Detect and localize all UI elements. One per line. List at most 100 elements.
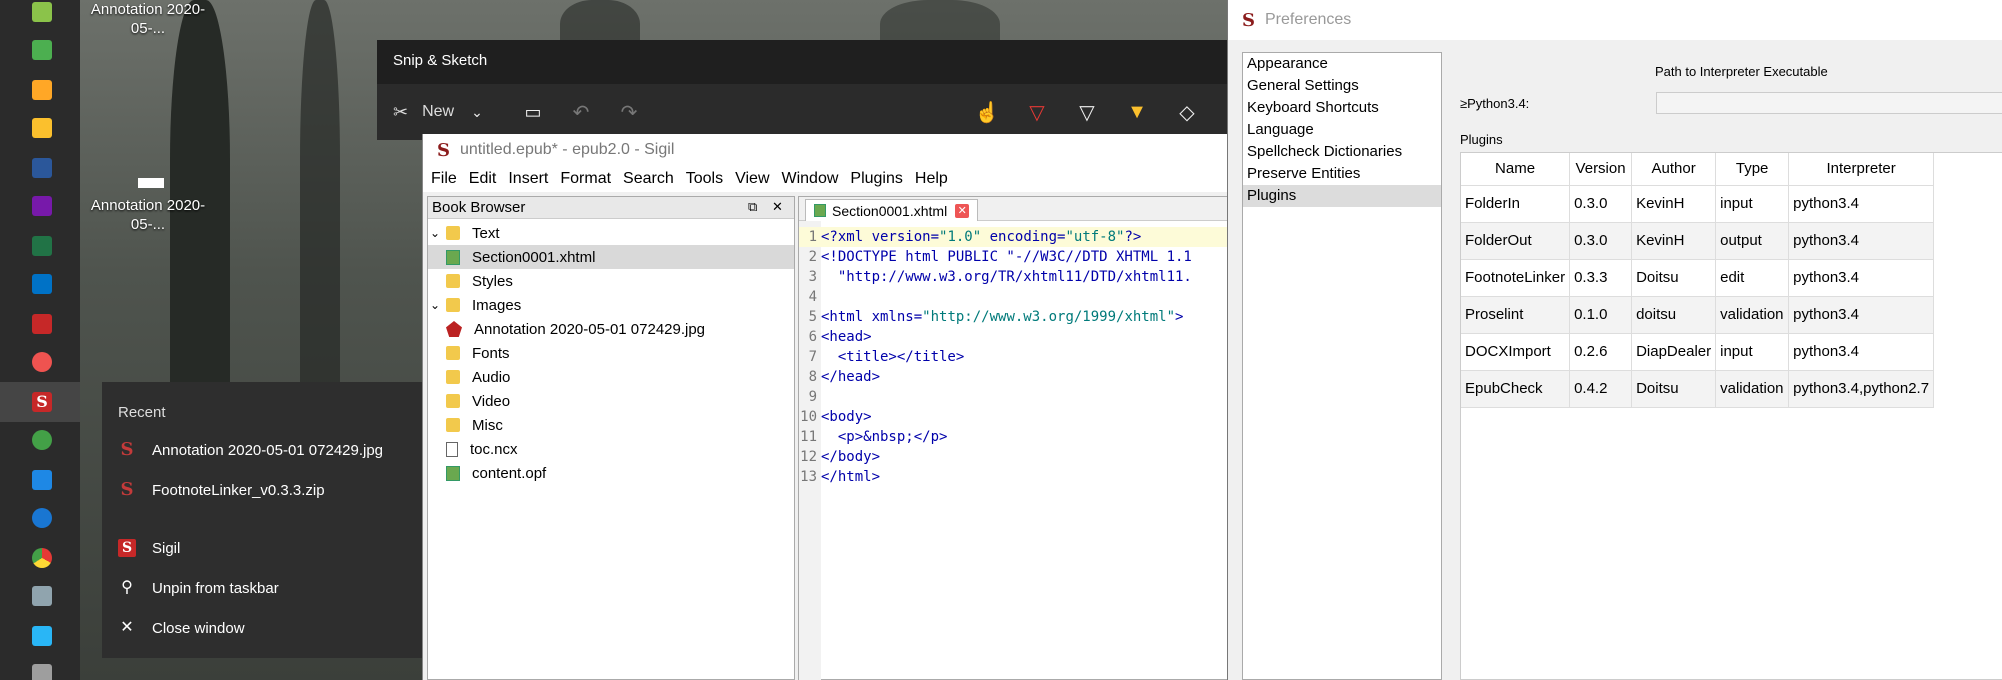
tree-file-section0001[interactable]: Section0001.xhtml — [428, 245, 794, 269]
tree-file-toc[interactable]: toc.ncx — [428, 437, 794, 461]
menu-file[interactable]: File — [431, 170, 457, 188]
float-panel-icon[interactable]: ⧉ — [748, 199, 757, 215]
code-line[interactable]: 8 </head> — [799, 367, 1229, 387]
tree-folder-fonts[interactable]: Fonts — [428, 341, 794, 365]
menu-search[interactable]: Search — [623, 170, 674, 188]
sigil-icon[interactable]: S — [32, 392, 52, 412]
library-icon[interactable] — [32, 80, 52, 100]
column-header-author[interactable]: Author — [1631, 153, 1717, 186]
code-line[interactable]: 12 </body> — [799, 447, 1229, 467]
table-row[interactable]: Proselint 0.1.0 doitsu validation python3.4 — [1461, 296, 1935, 334]
category-spellcheck-dictionaries[interactable]: Spellcheck Dictionaries — [1243, 141, 1441, 163]
open-folder-icon[interactable]: ▭ — [517, 96, 549, 128]
chevron-down-icon[interactable]: ⌄ — [428, 298, 442, 312]
tree-folder-images[interactable]: ⌄ Images — [428, 293, 794, 317]
photos-icon[interactable] — [32, 40, 52, 60]
column-header-type[interactable]: Type — [1715, 153, 1790, 186]
code-line[interactable]: 13 </html> — [799, 467, 1229, 487]
table-cell: edit — [1715, 259, 1790, 297]
chevron-down-icon[interactable]: ⌄ — [428, 226, 442, 240]
tree-file-content-opf[interactable]: content.opf — [428, 461, 794, 485]
undo-icon[interactable]: ↶ — [565, 96, 597, 128]
new-dropdown-chevron-icon[interactable]: ⌄ — [461, 96, 493, 128]
unpin-from-taskbar-action[interactable]: ⚲ Unpin from taskbar — [102, 568, 422, 608]
tree-folder-text[interactable]: ⌄ Text — [428, 221, 794, 245]
monitor-icon[interactable] — [32, 470, 52, 490]
app-icon[interactable] — [32, 2, 52, 22]
column-header-version[interactable]: Version — [1569, 153, 1633, 186]
outlook-icon[interactable] — [32, 274, 52, 294]
close-window-action[interactable]: ✕ Close window — [102, 608, 422, 648]
python-version-label: ≥Python3.4: — [1460, 96, 1530, 111]
close-tab-icon[interactable]: ✕ — [955, 203, 970, 218]
tree-folder-styles[interactable]: Styles — [428, 269, 794, 293]
menu-view[interactable]: View — [735, 170, 769, 188]
code-line[interactable]: 1 <?xml version="1.0" encoding="utf-8"?> — [799, 227, 1229, 247]
jumplist-sigil-action[interactable]: S Sigil — [102, 528, 422, 568]
menu-plugins[interactable]: Plugins — [850, 170, 902, 188]
code-line[interactable]: 11 <p>&nbsp;</p> — [799, 427, 1229, 447]
tree-folder-audio[interactable]: Audio — [428, 365, 794, 389]
code-line[interactable]: 7 <title></title> — [799, 347, 1229, 367]
menu-edit[interactable]: Edit — [469, 170, 497, 188]
highlighter-icon[interactable]: ▼ — [1121, 96, 1153, 128]
puzzle-icon[interactable] — [32, 314, 52, 334]
pencil-icon[interactable]: ▽ — [1071, 96, 1103, 128]
tab-section0001[interactable]: Section0001.xhtml ✕ — [805, 199, 979, 221]
table-row[interactable]: FootnoteLinker 0.3.3 Doitsu edit python3.4 — [1461, 259, 1935, 297]
touch-writing-icon[interactable]: ☝ — [971, 96, 1003, 128]
code-token: ?> — [1124, 229, 1142, 245]
category-language[interactable]: Language — [1243, 119, 1441, 141]
code-line[interactable]: 6 <head> — [799, 327, 1229, 347]
table-row[interactable]: FolderOut 0.3.0 KevinH output python3.4 — [1461, 222, 1935, 260]
tree-folder-misc[interactable]: Misc — [428, 413, 794, 437]
code-line[interactable]: 10 <body> — [799, 407, 1229, 427]
file-explorer-icon[interactable] — [32, 118, 52, 138]
table-row[interactable]: EpubCheck 0.4.2 Doitsu validation python3.4,… — [1461, 370, 1935, 408]
jumplist-recent-item[interactable]: S Annotation 2020-05-01 072429.jpg — [102, 430, 422, 470]
edge-icon[interactable] — [32, 508, 52, 528]
table-row[interactable]: FolderIn 0.3.0 KevinH input python3.4 — [1461, 185, 1935, 223]
reload-icon[interactable] — [32, 352, 52, 372]
desktop-icon-annotation-1[interactable]: Annotation 2020-05-... — [88, 0, 208, 38]
python-path-input[interactable] — [1656, 92, 2002, 114]
desktop-icon-annotation-2[interactable]: Annotation 2020-05-... — [88, 196, 208, 234]
menu-tools[interactable]: Tools — [686, 170, 723, 188]
code-line[interactable]: 5 <html xmlns="http://www.w3.org/1999/xht… — [799, 307, 1229, 327]
excel-icon[interactable] — [32, 236, 52, 256]
image-editor-icon[interactable] — [32, 586, 52, 606]
calculator-icon[interactable] — [32, 664, 52, 680]
menu-window[interactable]: Window — [782, 170, 839, 188]
eraser-icon[interactable]: ◇ — [1171, 96, 1203, 128]
column-header-name[interactable]: Name — [1461, 153, 1571, 186]
column-header-interpreter[interactable]: Interpreter — [1788, 153, 1935, 186]
code-token: "utf-8" — [1065, 229, 1125, 245]
redo-icon[interactable]: ↷ — [613, 96, 645, 128]
chrome-icon[interactable] — [32, 548, 52, 568]
jumplist-recent-item[interactable]: S FootnoteLinker_v0.3.3.zip — [102, 470, 422, 510]
menu-help[interactable]: Help — [915, 170, 948, 188]
category-general-settings[interactable]: General Settings — [1243, 75, 1441, 97]
image-file-icon[interactable] — [138, 178, 164, 188]
close-panel-icon[interactable]: ✕ — [772, 199, 783, 215]
jumplist-item-label: Sigil — [152, 539, 181, 557]
code-line[interactable]: 4 — [799, 287, 1229, 307]
menu-format[interactable]: Format — [560, 170, 611, 188]
code-line[interactable]: 3 "http://www.w3.org/TR/xhtml11/DTD/xhtm… — [799, 267, 1229, 287]
arrow-app-icon[interactable] — [32, 626, 52, 646]
refresh-icon[interactable] — [32, 430, 52, 450]
menu-insert[interactable]: Insert — [508, 170, 548, 188]
category-appearance[interactable]: Appearance — [1243, 53, 1441, 75]
tree-folder-video[interactable]: Video — [428, 389, 794, 413]
category-preserve-entities[interactable]: Preserve Entities — [1243, 163, 1441, 185]
code-line[interactable]: 9 — [799, 387, 1229, 407]
onenote-icon[interactable] — [32, 196, 52, 216]
code-line[interactable]: 2 <!DOCTYPE html PUBLIC "-//W3C//DTD XHTM… — [799, 247, 1229, 267]
tree-file-annotation-image[interactable]: Annotation 2020-05-01 072429.jpg — [428, 317, 794, 341]
new-snip-button[interactable]: ✂ New — [393, 98, 454, 126]
ballpoint-pen-icon[interactable]: ▽ — [1021, 96, 1053, 128]
word-icon[interactable] — [32, 158, 52, 178]
table-row[interactable]: DOCXImport 0.2.6 DiapDealer input python3.4 — [1461, 333, 1935, 371]
category-keyboard-shortcuts[interactable]: Keyboard Shortcuts — [1243, 97, 1441, 119]
category-plugins[interactable]: Plugins — [1243, 185, 1441, 207]
